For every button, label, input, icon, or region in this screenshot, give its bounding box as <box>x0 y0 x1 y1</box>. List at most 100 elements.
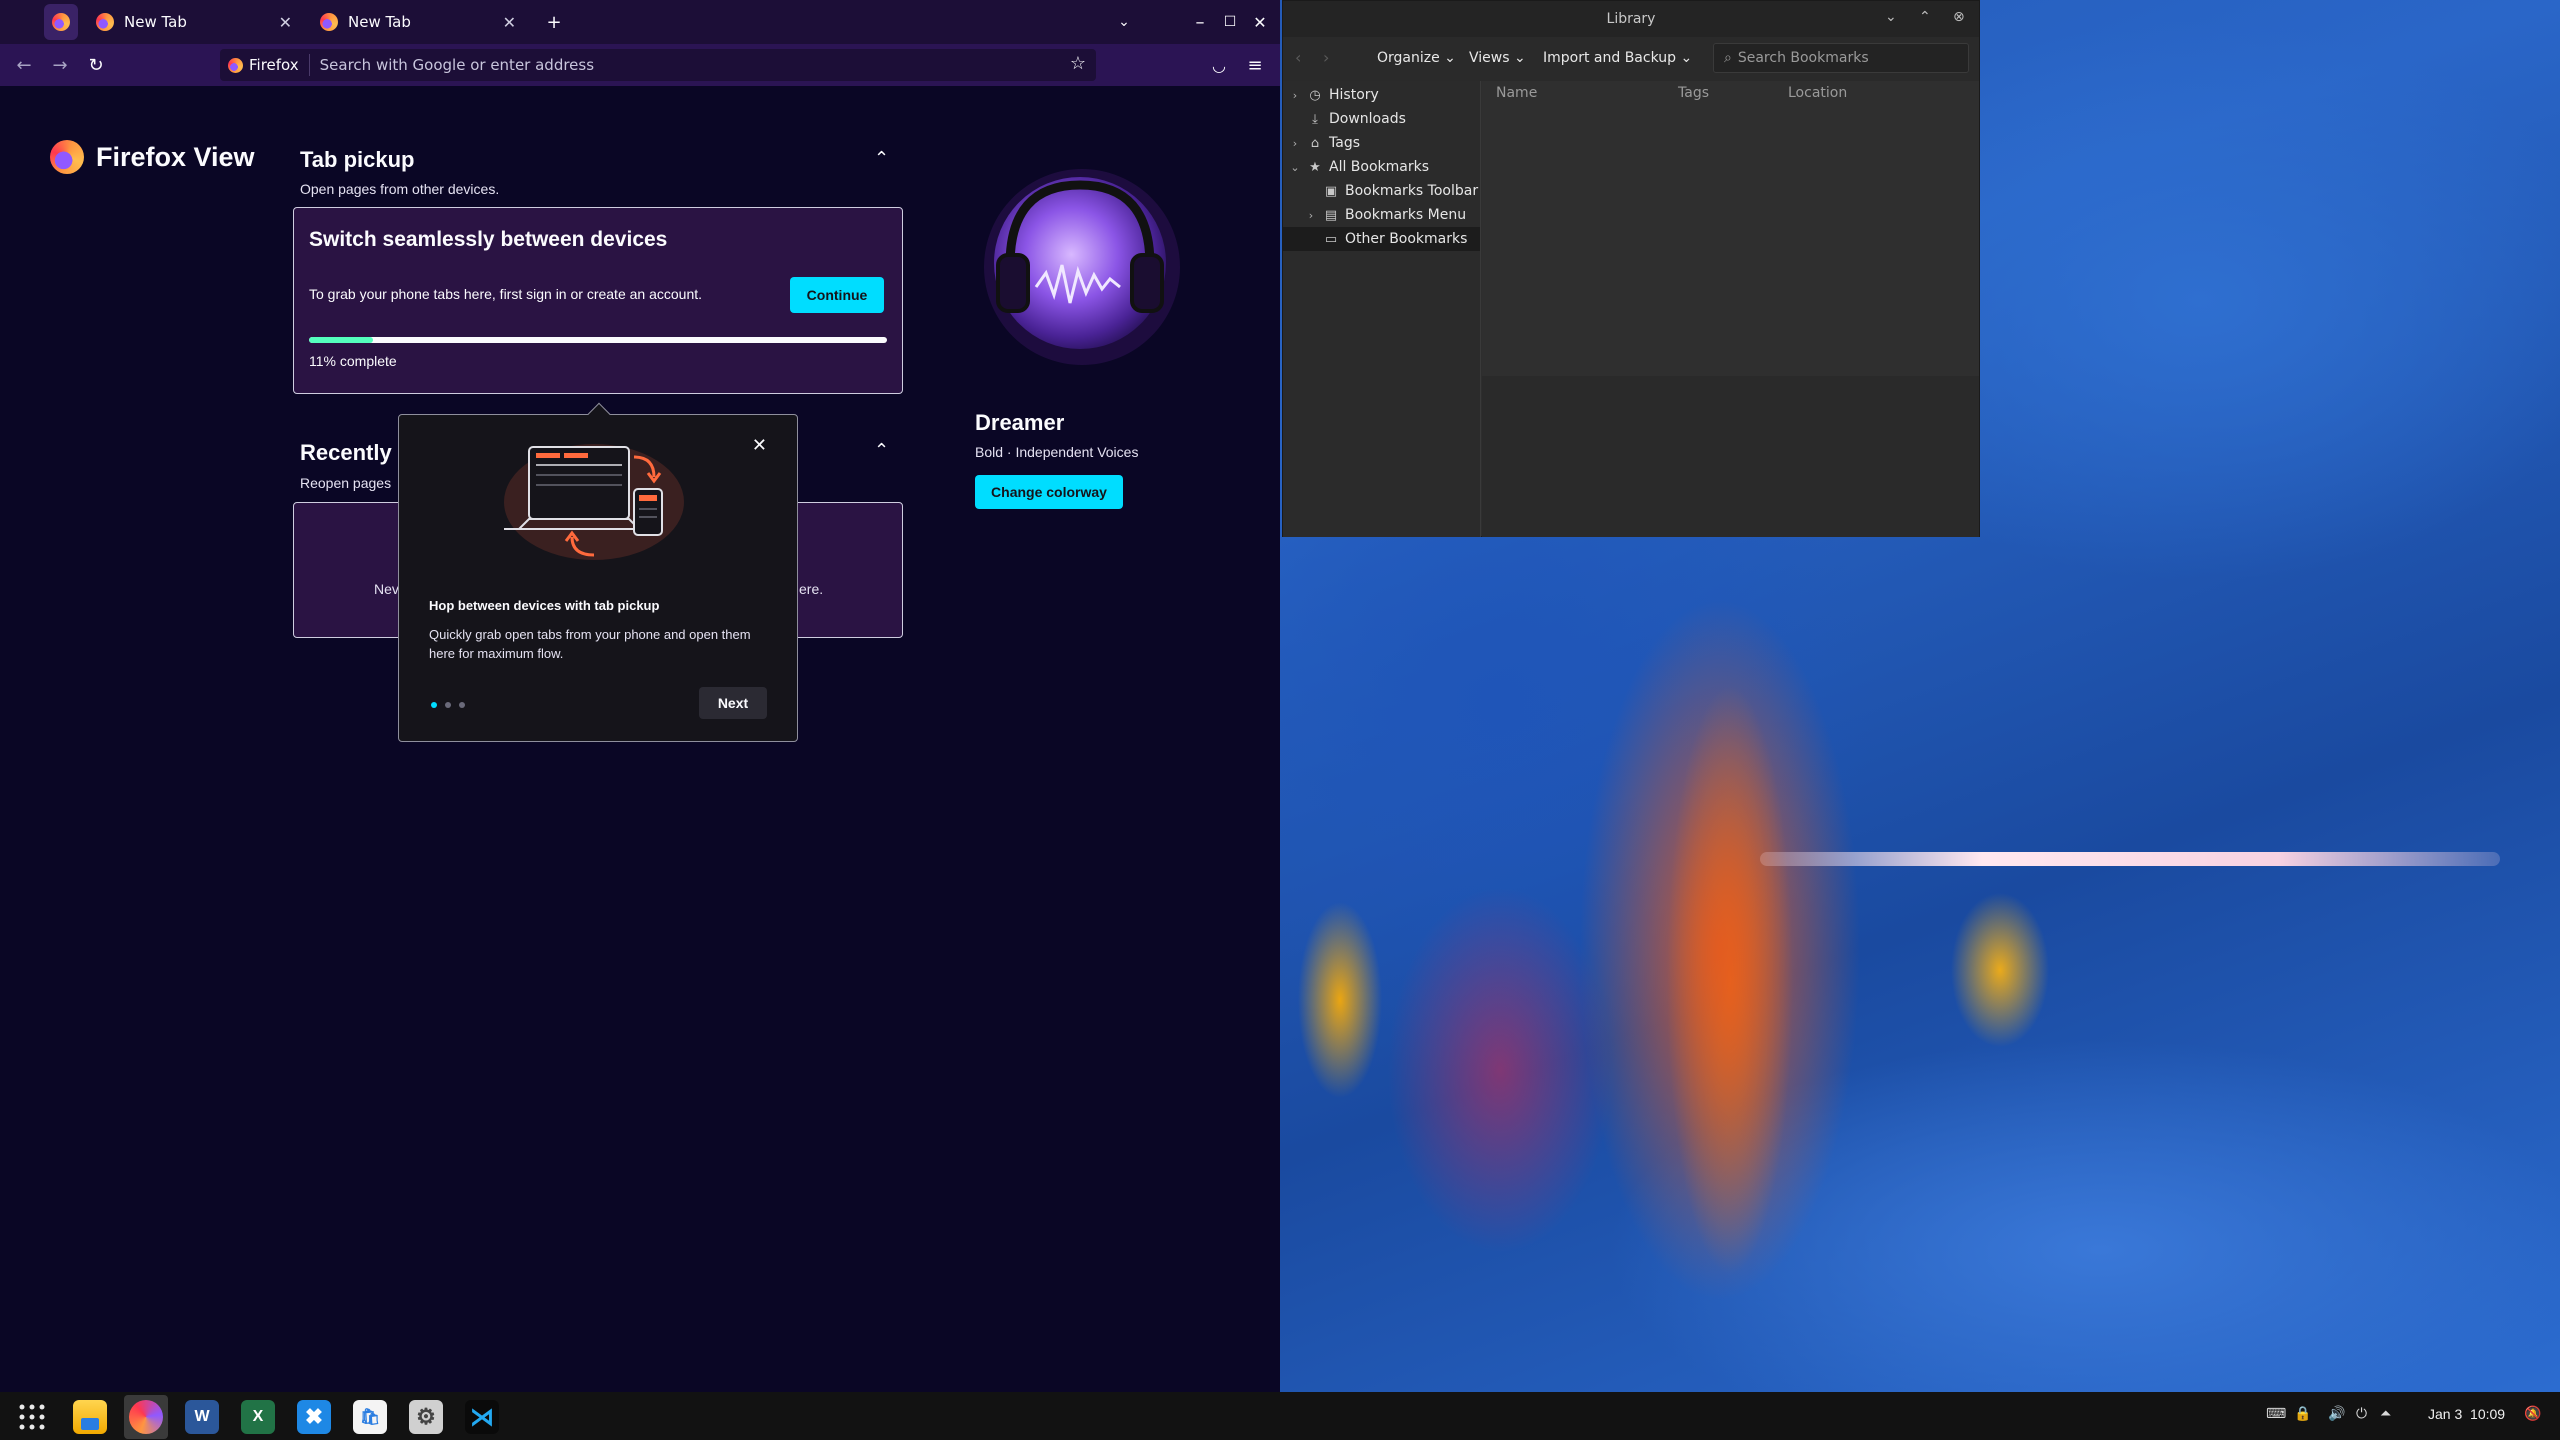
identity-box[interactable]: Firefox <box>228 54 310 76</box>
organize-menu[interactable]: Organize ⌄ <box>1377 50 1456 66</box>
tree-item-history[interactable]: › ◷ History <box>1283 83 1480 107</box>
search-bookmarks-input[interactable]: ⌕ Search Bookmarks <box>1713 43 1969 73</box>
tab-new-tab-2[interactable]: New Tab ✕ <box>308 4 528 40</box>
tab-pickup-subtitle: Open pages from other devices. <box>300 181 500 197</box>
tray-expand-icon[interactable]: ⏶ <box>2380 1406 2391 1422</box>
empty-message-start: Nev <box>374 581 399 597</box>
views-menu[interactable]: Views ⌄ <box>1469 50 1526 66</box>
tag-icon: ⌂ <box>1310 135 1320 151</box>
library-window: Library ⌄ ⌃ ⊗ ‹ › Organize ⌄ Views ⌄ Imp… <box>1282 0 1980 537</box>
lock-icon[interactable]: 🔒 <box>2294 1406 2311 1422</box>
tab-new-tab-1[interactable]: New Tab ✕ <box>84 4 304 40</box>
settings-app-icon[interactable]: ⚙ <box>404 1395 448 1439</box>
download-icon: ⤓ <box>1312 111 1318 127</box>
setup-progress-bar <box>309 337 887 343</box>
close-popup-icon[interactable]: ✕ <box>752 435 767 456</box>
excel-app-icon[interactable]: X <box>236 1395 280 1439</box>
volume-icon[interactable]: 🔊 <box>2328 1406 2345 1422</box>
bookmark-details-pane <box>1482 376 1979 537</box>
tree-item-tags[interactable]: › ⌂ Tags <box>1283 131 1480 155</box>
maximize-icon[interactable]: ☐ <box>1216 8 1244 36</box>
recently-closed-subtitle: Reopen pages <box>300 475 392 491</box>
tree-item-downloads[interactable]: ⤓ Downloads <box>1283 107 1480 131</box>
back-icon[interactable]: ← <box>10 51 38 79</box>
taskbar: W X ✖ 🛍 ⚙ ⋊ ⌨ 🔒 🔊 ⏻ ⏶ Jan 3 10:09 🔕 <box>0 1392 2560 1440</box>
close-tab-icon[interactable]: ✕ <box>279 13 292 32</box>
tab-firefox-view[interactable] <box>44 4 78 40</box>
column-header-location[interactable]: Location <box>1788 85 1847 101</box>
continue-button[interactable]: Continue <box>790 277 884 313</box>
library-titlebar: Library ⌄ ⌃ ⊗ <box>1283 1 1979 37</box>
xmind-app-icon[interactable]: ✖ <box>292 1395 336 1439</box>
collapse-tab-pickup-icon[interactable]: ⌃ <box>874 148 889 169</box>
expand-icon[interactable]: › <box>1289 89 1301 102</box>
clock[interactable]: Jan 3 10:09 <box>2428 1406 2505 1422</box>
tree-item-other-bookmarks[interactable]: ▭ Other Bookmarks <box>1283 227 1480 251</box>
tree-item-all-bookmarks[interactable]: ⌄ ★ All Bookmarks <box>1283 155 1480 179</box>
tree-item-bookmarks-toolbar[interactable]: ▣ Bookmarks Toolbar <box>1283 179 1480 203</box>
next-button[interactable]: Next <box>699 687 767 719</box>
library-tree: › ◷ History ⤓ Downloads › ⌂ Tags ⌄ ★ All… <box>1283 81 1481 537</box>
search-placeholder: Search Bookmarks <box>1737 50 1869 66</box>
popup-arrow <box>587 402 611 426</box>
back-icon[interactable]: ‹ <box>1295 48 1301 67</box>
firefox-window: New Tab ✕ New Tab ✕ + ⌄ – ☐ ✕ ← → ↻ Fire… <box>0 0 1280 1392</box>
minimize-icon[interactable]: ⌄ <box>1885 9 1897 25</box>
files-app-icon[interactable] <box>68 1395 112 1439</box>
firefox-view-icon <box>52 13 70 31</box>
maximize-icon[interactable]: ⌃ <box>1919 9 1931 25</box>
close-window-icon[interactable]: ✕ <box>1246 8 1274 36</box>
store-app-icon[interactable]: 🛍 <box>348 1395 392 1439</box>
popup-title: Hop between devices with tab pickup <box>429 598 660 613</box>
word-app-icon[interactable]: W <box>180 1395 224 1439</box>
search-icon: ⌕ <box>1724 50 1732 66</box>
minimize-icon[interactable]: – <box>1186 8 1214 36</box>
list-all-tabs-icon[interactable]: ⌄ <box>1110 8 1138 36</box>
firefox-app-icon[interactable] <box>124 1395 168 1439</box>
new-tab-icon[interactable]: + <box>540 8 568 36</box>
expand-icon[interactable]: › <box>1289 137 1301 150</box>
reload-icon[interactable]: ↻ <box>82 51 110 79</box>
nav-bar: ← → ↻ Firefox Search with Google or ente… <box>0 44 1280 86</box>
keyboard-icon[interactable]: ⌨ <box>2266 1406 2286 1422</box>
hamburger-menu-icon[interactable]: ≡ <box>1241 51 1269 79</box>
tree-item-bookmarks-menu[interactable]: › ▤ Bookmarks Menu <box>1283 203 1480 227</box>
tab-pickup-heading: Tab pickup <box>300 147 415 172</box>
forward-icon[interactable]: → <box>46 51 74 79</box>
star-icon: ★ <box>1309 159 1321 175</box>
firefox-icon <box>228 57 243 73</box>
url-input[interactable]: Search with Google or enter address <box>320 56 594 74</box>
page-title: Firefox View <box>96 141 255 172</box>
firefox-icon <box>320 13 338 31</box>
app-grid-icon[interactable] <box>10 1395 54 1439</box>
library-toolbar: ‹ › Organize ⌄ Views ⌄ Import and Backup… <box>1283 37 1979 81</box>
notifications-muted-icon[interactable]: 🔕 <box>2524 1406 2541 1422</box>
colorway-subtitle: Bold · Independent Voices <box>975 444 1139 460</box>
vscode-app-icon[interactable]: ⋊ <box>460 1395 504 1439</box>
step-dot-1 <box>431 702 437 708</box>
collapse-icon[interactable]: ⌄ <box>1289 161 1301 174</box>
card-title: Switch seamlessly between devices <box>309 228 668 251</box>
feature-callout-popup: ✕ Hop between devices with tab pickup Qu… <box>398 402 798 742</box>
step-dot-3 <box>459 702 465 708</box>
change-colorway-button[interactable]: Change colorway <box>975 475 1123 509</box>
import-backup-menu[interactable]: Import and Backup ⌄ <box>1543 50 1692 66</box>
bookmarks-list[interactable]: Name Tags Location <box>1482 81 1979 376</box>
url-bar[interactable]: Firefox Search with Google or enter addr… <box>220 49 1096 81</box>
collapse-recently-closed-icon[interactable]: ⌃ <box>874 440 889 461</box>
column-header-tags[interactable]: Tags <box>1678 85 1709 101</box>
column-header-name[interactable]: Name <box>1496 85 1537 101</box>
close-tab-icon[interactable]: ✕ <box>503 13 516 32</box>
tab-bar: New Tab ✕ New Tab ✕ + ⌄ – ☐ ✕ <box>0 0 1280 44</box>
card-description: To grab your phone tabs here, first sign… <box>309 286 703 302</box>
identity-label: Firefox <box>249 56 299 74</box>
expand-icon[interactable]: › <box>1305 209 1317 222</box>
empty-message-end: ere. <box>799 581 824 597</box>
window-title: Library <box>1606 11 1656 27</box>
close-window-icon[interactable]: ⊗ <box>1953 9 1965 25</box>
pocket-icon[interactable]: ◡ <box>1205 51 1233 79</box>
power-icon[interactable]: ⏻ <box>2356 1406 2367 1422</box>
bookmark-star-icon[interactable]: ☆ <box>1070 53 1086 74</box>
forward-icon[interactable]: › <box>1323 48 1329 67</box>
step-dot-2 <box>445 702 451 708</box>
